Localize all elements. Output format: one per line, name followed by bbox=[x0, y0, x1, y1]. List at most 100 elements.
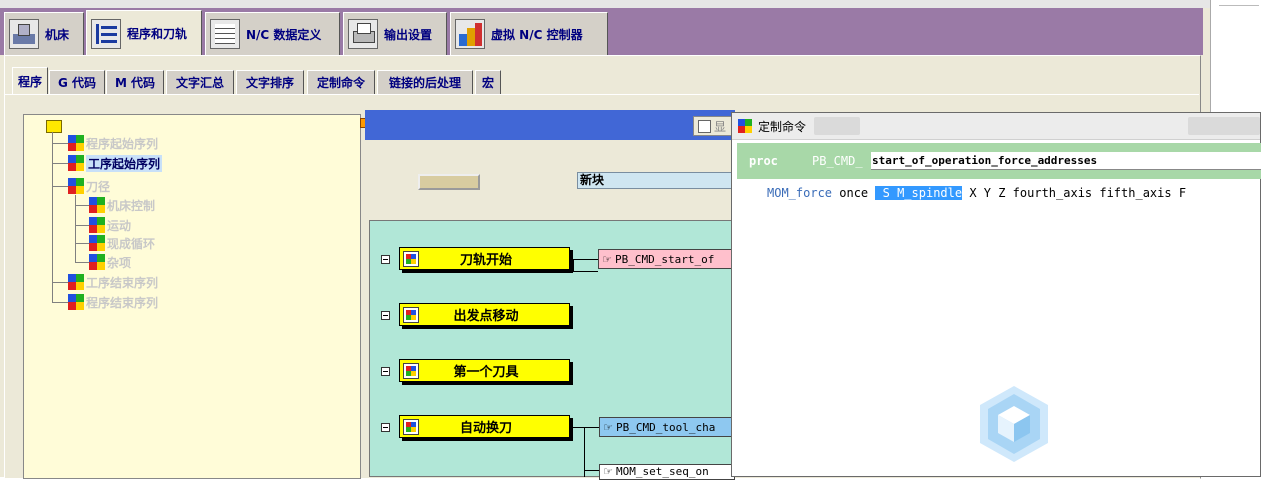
tab-label: 程序和刀轨 bbox=[127, 27, 188, 41]
tab-label: 机床 bbox=[45, 27, 70, 42]
sequence-cube-icon bbox=[68, 178, 84, 194]
sequence-cube-icon bbox=[68, 294, 84, 310]
code-keyword: MOM_force bbox=[767, 186, 833, 200]
collapse-toggle[interactable] bbox=[381, 423, 390, 432]
subtab-label: 文字汇总 bbox=[175, 76, 224, 90]
command-label: PB_CMD_tool_cha bbox=[616, 420, 716, 434]
subtab-divider bbox=[4, 94, 1199, 95]
sequence-cube-icon bbox=[68, 135, 84, 151]
tab-nc-data-definition[interactable]: N/C 数据定义 bbox=[205, 12, 340, 55]
command-block-tool-change[interactable]: ☞ PB_CMD_tool_cha bbox=[599, 417, 735, 437]
subtab-word-sequencing[interactable]: 文字排序 bbox=[236, 70, 304, 94]
tree-item-label: 工序起始序列 bbox=[86, 154, 163, 172]
new-block-select[interactable]: 新块 bbox=[577, 172, 735, 189]
sequence-cube-icon bbox=[68, 155, 84, 171]
tree-item-operation-end[interactable]: 工序结束序列 bbox=[68, 273, 158, 291]
subtab-label: 链接的后处理 bbox=[388, 76, 461, 90]
hand-pointer-icon: ☞ bbox=[602, 252, 612, 266]
tab-label: 输出设置 bbox=[384, 27, 433, 42]
machine-tool-icon bbox=[9, 19, 39, 49]
sequence-cube-icon bbox=[89, 197, 105, 213]
collapse-toggle[interactable] bbox=[381, 367, 390, 376]
subtab-custom-command[interactable]: 定制命令 bbox=[307, 70, 375, 94]
code-text: X Y Z fourth_axis fifth_axis F bbox=[962, 186, 1187, 200]
display-checkbox[interactable]: 显 bbox=[693, 116, 733, 136]
subtab-word-summary[interactable]: 文字汇总 bbox=[166, 70, 234, 94]
subtab-linked-posts[interactable]: 链接的后处理 bbox=[377, 70, 473, 94]
subtab-label: 定制命令 bbox=[316, 76, 365, 90]
tree-item-operation-start[interactable]: 工序起始序列 bbox=[68, 154, 163, 172]
tree-item-label: 程序结束序列 bbox=[86, 295, 159, 310]
event-icon bbox=[403, 362, 419, 379]
subtab-g-code[interactable]: G 代码 bbox=[49, 70, 105, 94]
tree-item-machine-control[interactable]: 机床控制 bbox=[89, 196, 155, 214]
subtab-program[interactable]: 程序 bbox=[12, 67, 48, 95]
tree-item-toolpath[interactable]: 刀径 bbox=[68, 177, 110, 195]
command-label: PB_CMD_start_of bbox=[615, 252, 715, 266]
subtab-label: 文字排序 bbox=[245, 76, 294, 90]
subtab-label: 宏 bbox=[481, 76, 494, 90]
sequence-cube-icon bbox=[68, 274, 84, 290]
title-placeholder-block bbox=[1188, 117, 1260, 135]
event-first-tool[interactable]: 第一个刀具 bbox=[399, 359, 570, 382]
checkbox-box[interactable] bbox=[698, 119, 711, 133]
collapse-toggle[interactable] bbox=[381, 255, 390, 264]
collapse-toggle[interactable] bbox=[381, 311, 390, 320]
subtab-label: 程序 bbox=[17, 75, 42, 89]
event-auto-tool-change[interactable]: 自动换刀 bbox=[399, 415, 570, 438]
tree-item-miscellaneous[interactable]: 杂项 bbox=[89, 253, 131, 271]
data-grid-icon bbox=[210, 19, 240, 49]
event-from-move[interactable]: 出发点移动 bbox=[399, 303, 570, 326]
event-icon bbox=[403, 306, 419, 323]
tree-item-label: 杂项 bbox=[107, 255, 132, 270]
dialog-app-icon bbox=[738, 119, 752, 133]
sequence-cube-icon bbox=[89, 217, 105, 233]
command-block-set-seq[interactable]: ☞ MOM_set_seq_on bbox=[599, 464, 735, 480]
sequence-tree: 程序起始序列 工序起始序列 刀径 机床控制 运动 现成循环 杂项 工序结束序列 … bbox=[23, 114, 361, 479]
checkbox-label: 显 bbox=[714, 119, 727, 134]
folder-icon[interactable] bbox=[46, 120, 62, 133]
tree-item-label: 程序起始序列 bbox=[86, 136, 159, 151]
tree-item-program-start[interactable]: 程序起始序列 bbox=[68, 134, 158, 152]
tree-item-label: 现成循环 bbox=[107, 236, 156, 251]
event-label: 第一个刀具 bbox=[453, 365, 519, 380]
code-selection: S M_spindle bbox=[875, 186, 963, 200]
code-text: once bbox=[832, 186, 876, 200]
tab-machine[interactable]: 机床 bbox=[4, 12, 84, 55]
toolpath-icon bbox=[91, 18, 121, 49]
proc-header: proc PB_CMD_ start_of_operation_force_ad… bbox=[737, 143, 1261, 179]
tab-output-settings[interactable]: 输出设置 bbox=[343, 12, 447, 55]
hand-pointer-icon: ☞ bbox=[603, 465, 613, 478]
command-label: MOM_set_seq_on bbox=[616, 465, 709, 478]
background-window-edge bbox=[1210, 0, 1261, 112]
subtab-macro[interactable]: 宏 bbox=[475, 70, 501, 94]
proc-name-input[interactable]: start_of_operation_force_addresses bbox=[871, 152, 1261, 170]
event-icon bbox=[403, 250, 419, 267]
proc-keyword: proc bbox=[749, 154, 778, 168]
add-block-button[interactable] bbox=[418, 174, 480, 190]
tab-program-toolpath[interactable]: 程序和刀轨 bbox=[86, 10, 202, 56]
tab-label: N/C 数据定义 bbox=[246, 27, 322, 42]
subtab-m-code[interactable]: M 代码 bbox=[106, 70, 164, 94]
event-label: 刀轨开始 bbox=[459, 253, 512, 268]
tree-item-label: 刀径 bbox=[86, 179, 111, 194]
editor-header-bar bbox=[365, 110, 735, 140]
sequence-cube-icon bbox=[89, 254, 105, 270]
tree-item-program-end[interactable]: 程序结束序列 bbox=[68, 293, 158, 311]
dialog-title: 定制命令 bbox=[758, 119, 807, 134]
event-label: 出发点移动 bbox=[453, 309, 519, 324]
tree-item-canned-cycles[interactable]: 现成循环 bbox=[89, 234, 155, 252]
subtab-label: G 代码 bbox=[57, 76, 97, 90]
dialog-title-bar: 定制命令 bbox=[732, 113, 1260, 140]
hand-pointer-icon: ☞ bbox=[603, 420, 613, 434]
tree-item-label: 运动 bbox=[107, 218, 132, 233]
subtab-label: M 代码 bbox=[114, 76, 156, 90]
event-icon bbox=[403, 418, 419, 435]
proc-prefix: PB_CMD_ bbox=[812, 154, 863, 168]
tab-virtual-nc-controller[interactable]: 虚拟 N/C 控制器 bbox=[450, 12, 608, 55]
tree-item-motion[interactable]: 运动 bbox=[89, 216, 131, 234]
command-block-start-of[interactable]: ☞ PB_CMD_start_of bbox=[598, 249, 735, 269]
event-start-of-path[interactable]: 刀轨开始 bbox=[399, 247, 570, 270]
event-label: 自动换刀 bbox=[459, 421, 512, 436]
code-editor-line[interactable]: MOM_force once S M_spindle X Y Z fourth_… bbox=[767, 186, 1186, 200]
